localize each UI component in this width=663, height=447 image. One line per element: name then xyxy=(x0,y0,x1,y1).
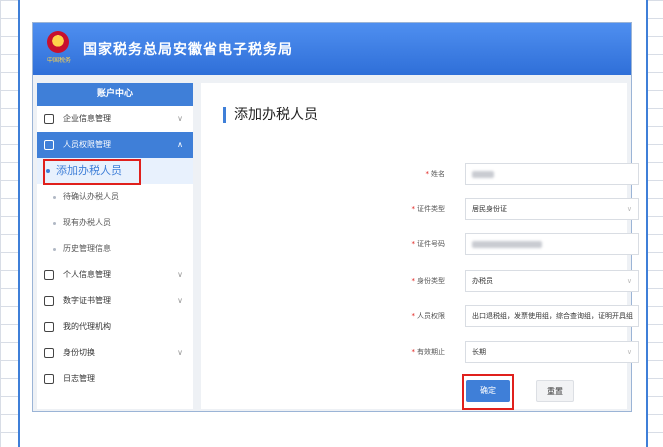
permissions-select[interactable]: 出口退税组，发票使用组，综合查询组，证明开具组 xyxy=(465,305,639,327)
sidebar-item-label: 我的代理机构 xyxy=(63,322,111,331)
main-content: 添加办税人员 * 姓名 * 证件类型 居民身份证 ∨ * 证件号码 * 身份类型 办税员 ∨… xyxy=(201,83,639,409)
sidebar-item-label: 日志管理 xyxy=(63,374,95,383)
sidebar-item-label: 身份切换 xyxy=(63,348,95,357)
sidebar-subitem-add-tax-staff[interactable]: 添加办税人员 xyxy=(37,158,193,185)
sidebar-subitem-label: 待确认办税人员 xyxy=(63,192,119,201)
name-label: * 姓名 xyxy=(425,170,446,178)
sidebar-item-company-info[interactable]: 企业信息管理 ∨ xyxy=(37,106,193,132)
sidebar-item-agency[interactable]: 我的代理机构 xyxy=(37,314,193,340)
annotation-highlight-box xyxy=(462,374,514,410)
identity-type-label: * 身份类型 xyxy=(411,277,446,285)
form-row-id-number: * 证件号码 xyxy=(201,233,639,255)
annotation-highlight-box xyxy=(43,159,141,185)
bullet-icon xyxy=(53,196,56,199)
building-icon xyxy=(44,114,54,124)
form-row-name: * 姓名 xyxy=(201,163,639,185)
agency-icon xyxy=(44,322,54,332)
chevron-down-icon: ∨ xyxy=(626,348,632,356)
sidebar-subitem-current-staff[interactable]: 现有办税人员 xyxy=(37,210,193,236)
emblem-caption: 中国税务 xyxy=(46,57,71,64)
sidebar-item-logs[interactable]: 日志管理 xyxy=(37,366,193,392)
chevron-down-icon: ∨ xyxy=(177,114,183,123)
sidebar-header: 账户中心 xyxy=(37,83,193,106)
id-card-icon xyxy=(44,270,54,280)
bullet-icon xyxy=(53,222,56,225)
chevron-down-icon: ∨ xyxy=(626,277,632,285)
permissions-label: * 人员权限 xyxy=(411,312,446,320)
redacted-value xyxy=(472,240,542,248)
chevron-up-icon: ∧ xyxy=(177,140,183,149)
form-row-identity-type: * 身份类型 办税员 ∨ xyxy=(201,270,639,292)
portal-header: 中国税务 国家税务总局安徽省电子税务局 xyxy=(33,23,631,75)
form-row-id-type: * 证件类型 居民身份证 ∨ xyxy=(201,198,639,220)
sidebar-subitem-history[interactable]: 历史管理信息 xyxy=(37,236,193,262)
chevron-down-icon: ∨ xyxy=(177,296,183,305)
sidebar-subitem-label: 现有办税人员 xyxy=(63,218,111,227)
id-type-label: * 证件类型 xyxy=(411,205,446,213)
form-row-validity: * 有效期止 长期 ∨ xyxy=(201,341,639,363)
identity-type-select[interactable]: 办税员 ∨ xyxy=(465,270,639,292)
sidebar-item-switch-identity[interactable]: 身份切换 ∨ xyxy=(37,340,193,366)
certificate-icon xyxy=(44,296,54,306)
page-title: 添加办税人员 xyxy=(223,107,318,123)
sidebar-item-label: 数字证书管理 xyxy=(63,296,111,305)
form-row-permissions: * 人员权限 出口退税组，发票使用组，综合查询组，证明开具组 xyxy=(201,305,639,327)
switch-icon xyxy=(44,348,54,358)
portal-title: 国家税务总局安徽省电子税务局 xyxy=(83,42,293,58)
sidebar-item-permissions[interactable]: 人员权限管理 ∧ xyxy=(37,132,193,158)
id-type-select[interactable]: 居民身份证 ∨ xyxy=(465,198,639,220)
sidebar-item-personal-info[interactable]: 个人信息管理 ∨ xyxy=(37,262,193,288)
sidebar-item-label: 企业信息管理 xyxy=(63,114,111,123)
id-number-label: * 证件号码 xyxy=(411,240,446,248)
chevron-down-icon: ∨ xyxy=(177,348,183,357)
sidebar-subitem-pending-staff[interactable]: 待确认办税人员 xyxy=(37,184,193,210)
sidebar-item-label: 人员权限管理 xyxy=(63,140,111,149)
id-number-input[interactable] xyxy=(465,233,639,255)
name-input[interactable] xyxy=(465,163,639,185)
redacted-value xyxy=(472,170,494,178)
bullet-icon xyxy=(53,248,56,251)
log-icon xyxy=(44,374,54,384)
reset-button[interactable]: 重置 xyxy=(536,380,574,402)
sidebar-subitem-label: 历史管理信息 xyxy=(63,244,111,253)
chevron-down-icon: ∨ xyxy=(177,270,183,279)
sidebar-item-certificates[interactable]: 数字证书管理 ∨ xyxy=(37,288,193,314)
tax-portal-window: 中国税务 国家税务总局安徽省电子税务局 账户中心 企业信息管理 ∨ 人员权限管理… xyxy=(32,22,639,412)
validity-label: * 有效期止 xyxy=(411,348,446,356)
person-lock-icon xyxy=(44,140,54,150)
validity-select[interactable]: 长期 ∨ xyxy=(465,341,639,363)
tax-emblem-icon xyxy=(47,31,69,53)
sidebar-item-label: 个人信息管理 xyxy=(63,270,111,279)
chevron-down-icon: ∨ xyxy=(626,205,632,213)
sidebar: 账户中心 企业信息管理 ∨ 人员权限管理 ∧ 添加办税人员 待确认办税人员 现有… xyxy=(37,83,193,409)
